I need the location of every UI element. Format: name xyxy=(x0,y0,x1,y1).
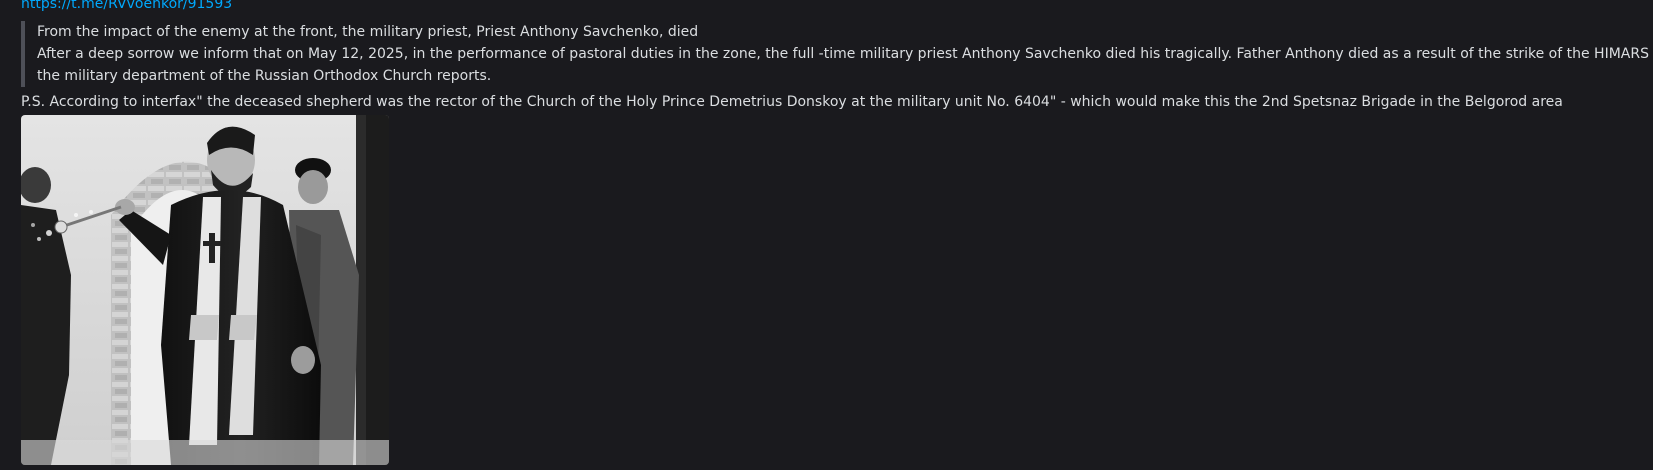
telegram-link[interactable]: https://t.me/RVvoenkor/91593 xyxy=(21,0,232,14)
chat-message: https://t.me/RVvoenkor/91593 From the im… xyxy=(0,0,1653,470)
quote-line-body: After a deep sorrow we inform that on Ma… xyxy=(37,46,1653,62)
image-attachment[interactable] xyxy=(21,115,389,465)
quote-line-headline: From the impact of the enemy at the fron… xyxy=(37,24,699,40)
postscript-text: P.S. According to interfax" the deceased… xyxy=(21,94,1563,110)
priest-photo xyxy=(21,115,389,465)
pectoral-cross xyxy=(209,233,215,263)
block-quote: From the impact of the enemy at the fron… xyxy=(21,21,1653,87)
quote-line-source: the military department of the Russian O… xyxy=(37,68,492,84)
